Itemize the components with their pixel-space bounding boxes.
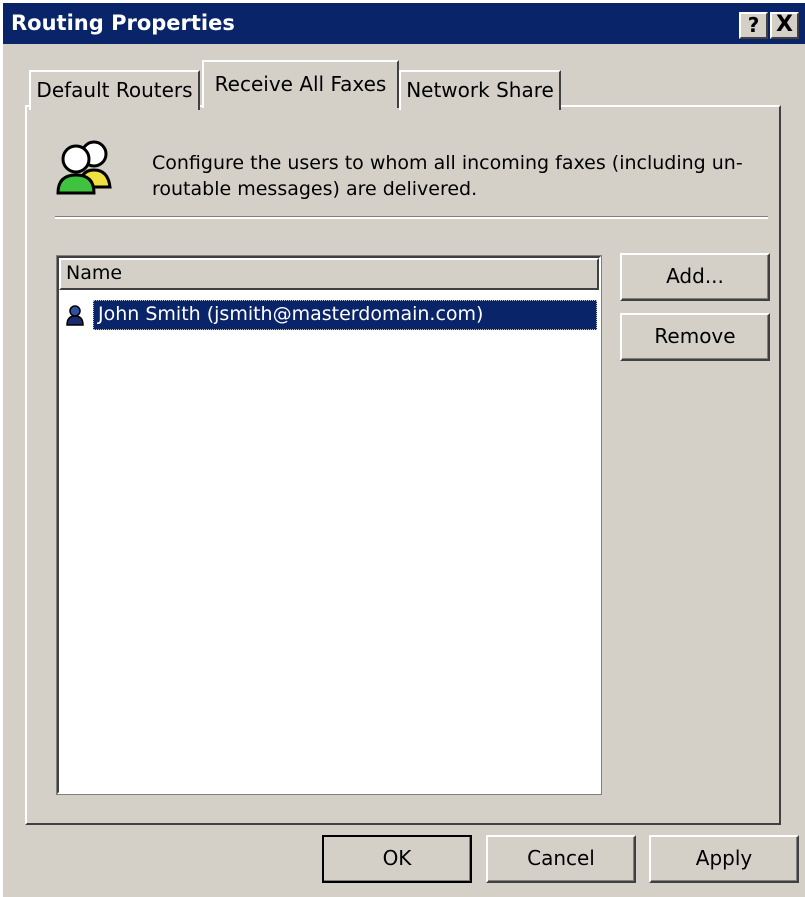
- title-bar[interactable]: Routing Properties ? X: [0, 0, 805, 44]
- remove-button-label: Remove: [654, 324, 736, 348]
- ok-button[interactable]: OK: [322, 835, 472, 883]
- tab-receive-all-faxes[interactable]: Receive All Faxes: [202, 60, 399, 108]
- apply-button-label: Apply: [695, 846, 753, 870]
- window-title: Routing Properties: [11, 11, 235, 35]
- list-item[interactable]: John Smith (jsmith@masterdomain.com): [65, 300, 599, 330]
- column-header-name[interactable]: Name: [59, 258, 599, 290]
- remove-button[interactable]: Remove: [620, 313, 770, 361]
- users-list[interactable]: Name John Smith (jsmith@masterdomain.com…: [56, 255, 602, 795]
- users-icon: [56, 140, 112, 195]
- tab-network-share[interactable]: Network Share: [399, 70, 561, 110]
- tab-default-routers[interactable]: Default Routers: [29, 70, 200, 110]
- description-text: Configure the users to whom all incoming…: [152, 152, 743, 200]
- close-button[interactable]: X: [770, 12, 799, 39]
- window-border: [0, 44, 3, 897]
- list-item-label: John Smith (jsmith@masterdomain.com): [93, 300, 597, 330]
- cancel-button[interactable]: Cancel: [486, 835, 636, 883]
- add-button-label: Add...: [666, 264, 724, 288]
- separator: [55, 216, 768, 219]
- ok-button-label: OK: [382, 846, 412, 870]
- apply-button[interactable]: Apply: [649, 835, 799, 883]
- cancel-button-label: Cancel: [527, 846, 595, 870]
- help-button[interactable]: ?: [739, 12, 768, 39]
- user-icon: [66, 305, 84, 326]
- add-button[interactable]: Add...: [620, 253, 770, 301]
